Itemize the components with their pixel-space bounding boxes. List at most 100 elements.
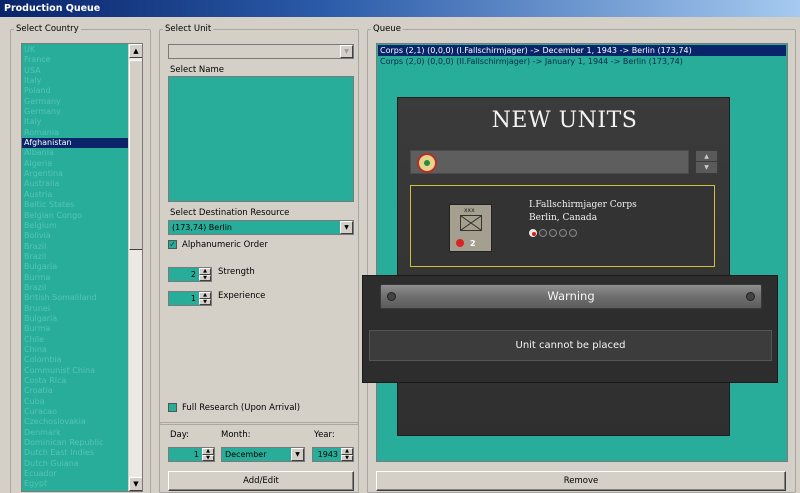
country-list-item[interactable]: Dominican Republic xyxy=(22,438,128,448)
country-list-item[interactable]: Brazil xyxy=(22,252,128,262)
destination-label: Select Destination Resource xyxy=(170,208,290,218)
chevron-down-icon[interactable]: ▼ xyxy=(696,162,717,173)
experience-star-icon xyxy=(549,229,557,237)
chevron-down-icon[interactable]: ▼ xyxy=(340,221,353,234)
country-list-item[interactable]: Egypt xyxy=(22,479,128,489)
country-list-item[interactable]: UK xyxy=(22,45,128,55)
queue-item[interactable]: Corps (2,0) (0,0,0) (II.Fallschirmjager)… xyxy=(378,56,786,67)
strength-spinner[interactable]: 2 ▲ ▼ xyxy=(168,267,212,282)
country-list-item[interactable]: Colombia xyxy=(22,355,128,365)
spin-down-icon[interactable]: ▼ xyxy=(199,274,211,281)
experience-star-icon xyxy=(559,229,567,237)
nation-roundel-icon[interactable] xyxy=(417,153,437,173)
country-list-item[interactable]: Burma xyxy=(22,324,128,334)
country-list-item[interactable]: Bulgaria xyxy=(22,262,128,272)
country-list-item[interactable]: Cuba xyxy=(22,397,128,407)
scroll-down-icon[interactable]: ▼ xyxy=(129,477,142,491)
add-edit-button[interactable]: Add/Edit xyxy=(168,471,354,491)
queue-item[interactable]: Corps (2,1) (0,0,0) (I.Fallschirmjager) … xyxy=(378,45,786,56)
name-list[interactable] xyxy=(168,76,354,202)
day-value[interactable]: 1 xyxy=(169,448,202,461)
country-list-item[interactable]: Burma xyxy=(22,273,128,283)
country-list-item[interactable]: Algeria xyxy=(22,159,128,169)
unit-card[interactable]: xxx 2 I.Fallschirmjager Corps Berlin, Ca… xyxy=(410,185,715,267)
alphanumeric-label: Alphanumeric Order xyxy=(182,240,268,250)
country-list-items: UK France USA Italy Poland Germany Germany Ital… xyxy=(22,45,128,490)
panel-scroll-spinner[interactable]: ▲ ▼ xyxy=(695,150,718,174)
year-value[interactable]: 1943 xyxy=(313,448,341,461)
country-list-item[interactable]: Chile xyxy=(22,335,128,345)
experience-spinner[interactable]: 1 ▲ ▼ xyxy=(168,291,212,306)
country-list-item[interactable]: Baltic States xyxy=(22,200,128,210)
spin-down-icon[interactable]: ▼ xyxy=(341,454,353,461)
chevron-down-icon[interactable]: ▼ xyxy=(291,448,304,461)
country-list-item[interactable]: Afghanistan xyxy=(22,138,128,149)
strength-label: Strength xyxy=(218,267,255,277)
country-list-item[interactable]: Italy xyxy=(22,117,128,127)
unit-counter: xxx 2 xyxy=(449,204,492,252)
rivet-icon xyxy=(746,292,755,301)
experience-star-icon xyxy=(569,229,577,237)
country-list-item[interactable]: Denmark xyxy=(22,428,128,438)
experience-star-icon xyxy=(529,229,537,237)
country-list-item[interactable]: Bolivia xyxy=(22,231,128,241)
country-list[interactable]: UK France USA Italy Poland Germany Germany Ital… xyxy=(21,43,143,492)
full-research-checkbox[interactable] xyxy=(168,403,177,412)
country-list-item[interactable]: Romania xyxy=(22,128,128,138)
country-list-item[interactable]: Austria xyxy=(22,190,128,200)
unit-name: I.Fallschirmjager Corps xyxy=(529,200,637,210)
unit-select[interactable]: ▼ xyxy=(168,44,354,59)
country-list-item[interactable]: Poland xyxy=(22,86,128,96)
warning-dialog: Warning Unit cannot be placed xyxy=(362,275,778,383)
country-list-item[interactable]: Czechoslovakia xyxy=(22,417,128,427)
country-list-item[interactable]: Italy xyxy=(22,76,128,86)
country-list-item[interactable]: Dutch East Indies xyxy=(22,448,128,458)
country-list-item[interactable]: Australia xyxy=(22,179,128,189)
country-list-item[interactable]: Brazil xyxy=(22,242,128,252)
new-units-panel: NEW UNITS ▲ ▼ xxx 2 I.Fallschirmjager Co… xyxy=(397,97,730,436)
country-list-item[interactable]: France xyxy=(22,55,128,65)
month-select[interactable]: December ▼ xyxy=(221,447,305,462)
country-list-item[interactable]: Bulgaria xyxy=(22,314,128,324)
experience-value[interactable]: 1 xyxy=(169,292,199,305)
month-label: Month: xyxy=(221,430,251,440)
scroll-up-icon[interactable]: ▲ xyxy=(129,44,142,58)
country-list-scrollbar[interactable]: ▲ ▼ xyxy=(128,44,142,491)
chevron-down-icon[interactable]: ▼ xyxy=(340,45,353,58)
country-list-item[interactable]: Communist China xyxy=(22,366,128,376)
remove-button[interactable]: Remove xyxy=(376,471,786,491)
queue-panel-legend: Queue xyxy=(373,24,401,34)
destination-select[interactable]: (173,74) Berlin ▼ xyxy=(168,220,354,235)
month-value: December xyxy=(225,450,267,459)
country-list-item[interactable]: Curacao xyxy=(22,407,128,417)
country-list-item[interactable]: Belgian Congo xyxy=(22,211,128,221)
country-list-item[interactable]: Albania xyxy=(22,148,128,158)
country-list-item[interactable]: Croatia xyxy=(22,386,128,396)
country-list-item[interactable]: Belgium xyxy=(22,221,128,231)
year-spinner[interactable]: 1943 ▲ ▼ xyxy=(312,447,354,462)
strength-value[interactable]: 2 xyxy=(169,268,199,281)
country-list-item[interactable]: Germany xyxy=(22,97,128,107)
country-list-item[interactable]: USA xyxy=(22,66,128,76)
country-list-item[interactable]: Costa Rica xyxy=(22,376,128,386)
full-research-label: Full Research (Upon Arrival) xyxy=(182,403,301,413)
new-units-title: NEW UNITS xyxy=(491,108,638,133)
scroll-thumb[interactable] xyxy=(129,60,142,250)
warning-title-bar: Warning xyxy=(380,284,762,309)
country-list-item[interactable]: Brazil xyxy=(22,283,128,293)
country-list-item[interactable]: British Somaliland xyxy=(22,293,128,303)
country-list-item[interactable]: Germany xyxy=(22,107,128,117)
alphanumeric-checkbox[interactable]: ✓ xyxy=(168,240,177,249)
spin-down-icon[interactable]: ▼ xyxy=(199,298,211,305)
spin-down-icon[interactable]: ▼ xyxy=(202,454,214,461)
chevron-up-icon[interactable]: ▲ xyxy=(696,151,717,162)
country-list-item[interactable]: Dutch Guiana xyxy=(22,459,128,469)
country-list-item[interactable]: Argentina xyxy=(22,169,128,179)
country-list-item[interactable]: Brunei xyxy=(22,304,128,314)
day-spinner[interactable]: 1 ▲ ▼ xyxy=(168,447,215,462)
warning-message[interactable]: Unit cannot be placed xyxy=(369,330,772,361)
country-list-item[interactable]: China xyxy=(22,345,128,355)
country-list-item[interactable]: Ecuador xyxy=(22,469,128,479)
nation-filter-bar[interactable] xyxy=(410,150,689,174)
experience-star-icon xyxy=(539,229,547,237)
